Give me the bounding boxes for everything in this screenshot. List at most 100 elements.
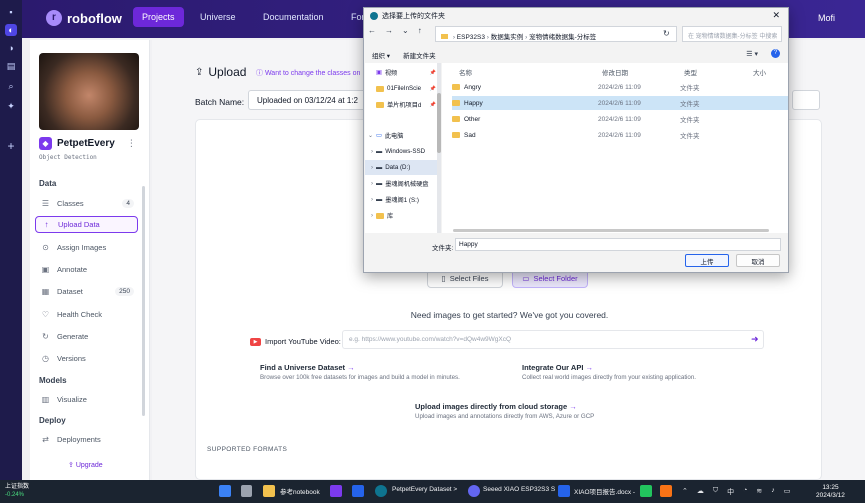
battery-icon[interactable]: ▭	[784, 487, 791, 497]
sidebar-item-visualize[interactable]: ▥ Visualize	[35, 391, 138, 408]
chevron-up-icon[interactable]: ⌃	[682, 487, 688, 497]
sidebar-item-annotate[interactable]: ▣ Annotate	[35, 261, 138, 278]
up-arrow-icon[interactable]: ↑	[418, 26, 422, 35]
folder-name-input[interactable]: Happy	[455, 238, 781, 251]
word-doc-icon[interactable]	[558, 485, 570, 497]
file-explorer-icon[interactable]	[263, 485, 275, 497]
back-arrow-icon[interactable]: ←	[368, 26, 376, 35]
integrate-api-option[interactable]: Integrate Our API → Collect real world i…	[522, 363, 696, 381]
forward-arrow-icon[interactable]: →	[385, 26, 393, 35]
user-menu[interactable]: Mofi	[818, 13, 835, 23]
navigation-scrollbar[interactable]	[437, 63, 441, 233]
roboflow-logo[interactable]: r roboflow	[46, 10, 122, 26]
file-row-angry[interactable]: Angry 2024/2/6 11:09 文件夹	[452, 80, 788, 94]
project-header[interactable]: ◆ PetpetEvery ⋮	[39, 137, 136, 150]
file-row-other[interactable]: Other 2024/2/6 11:09 文件夹	[452, 112, 788, 126]
arrow-right-icon: →	[585, 363, 594, 372]
sidebar-item-health-check[interactable]: ♡ Health Check	[35, 306, 138, 323]
tags-input[interactable]	[792, 90, 820, 110]
upgrade-link[interactable]: ⇪ Upgrade	[68, 461, 103, 469]
youtube-icon: ▶	[250, 337, 261, 346]
folder-icon	[452, 116, 460, 122]
rail-search-icon[interactable]: ⌕	[5, 80, 17, 92]
tree-item-videos[interactable]: ▣ 视频 📌	[365, 65, 437, 80]
column-header-size[interactable]: 大小	[753, 67, 766, 77]
sidebar-item-assign-images[interactable]: ⊙ Assign Images	[35, 239, 138, 256]
tree-item-s-drive[interactable]: › ▬ 墨魂阁1 (S:)	[365, 192, 437, 207]
word-app-icon[interactable]	[352, 485, 364, 497]
path-segment-esp32s3[interactable]: ESP32S3	[457, 34, 485, 41]
task-notebook[interactable]: 参考notebook	[280, 486, 320, 496]
app-2-icon[interactable]	[660, 485, 672, 497]
rail-project-icon[interactable]: ◑	[5, 42, 17, 54]
tree-item-windows-ssd[interactable]: › ▬ Windows-SSD	[365, 144, 437, 159]
file-list: 名称 修改日期 类型 大小 Angry 2024/2/6 11:09 文件夹 H…	[442, 63, 788, 233]
cancel-button[interactable]: 取消	[736, 254, 780, 267]
rail-roboflow-icon[interactable]: ◐	[5, 24, 17, 36]
tree-item-mechanical-disk[interactable]: › ▬ 墨魂阁机械硬盘	[365, 176, 437, 191]
nav-tab-universe[interactable]: Universe	[200, 12, 236, 22]
clock[interactable]: 13:25 2024/3/12	[816, 484, 845, 500]
wifi-icon[interactable]: ≋	[756, 487, 762, 497]
lang-indicator[interactable]: 中	[727, 487, 734, 497]
sidebar-item-generate[interactable]: ↻ Generate	[35, 328, 138, 345]
browser-icon[interactable]	[375, 485, 387, 497]
volume-icon[interactable]: ♪	[771, 487, 775, 497]
weather-icon[interactable]: ☁	[697, 487, 704, 497]
browser-2-icon[interactable]	[468, 485, 480, 497]
sidebar-item-versions[interactable]: ◷ Versions	[35, 350, 138, 367]
close-icon[interactable]: ✕	[772, 10, 780, 21]
organize-button[interactable]: 组织 ▾	[372, 50, 390, 60]
recent-chevron-icon[interactable]: ⌄	[402, 26, 409, 35]
dialog-search-input[interactable]: 在 宠物情绪数据集-分标签 中搜索	[682, 26, 782, 42]
path-segment-pet-emotion[interactable]: 宠物情绪数据集-分标签	[529, 34, 596, 41]
tree-item-mcu-projects[interactable]: 单片机项目d 📌	[365, 97, 437, 112]
column-header-type[interactable]: 类型	[684, 67, 697, 77]
tree-item-this-pc[interactable]: ⌄ ▭ 此电脑	[365, 128, 437, 143]
rail-add-icon[interactable]: +	[5, 140, 17, 152]
tree-item-libraries[interactable]: › 库	[365, 208, 437, 223]
path-segment-dataset-examples[interactable]: 数据集实例	[491, 34, 524, 41]
column-header-name[interactable]: 名称	[459, 67, 472, 77]
sidebar-item-deployments[interactable]: ⇄ Deployments	[35, 431, 138, 448]
file-row-sad[interactable]: Sad 2024/2/6 11:09 文件夹	[452, 128, 788, 142]
rail-menu-icon[interactable]: ▪	[5, 6, 17, 18]
youtube-url-input[interactable]: e.g. https://www.youtube.com/watch?v=dQw…	[342, 330, 764, 349]
column-header-date[interactable]: 修改日期	[602, 67, 628, 77]
upload-button[interactable]: 上传	[685, 254, 729, 267]
help-icon[interactable]: ?	[771, 49, 780, 58]
start-menu-icon[interactable]	[219, 485, 231, 497]
shield-icon[interactable]: ⛉	[713, 487, 718, 497]
refresh-icon[interactable]: ↻	[663, 29, 670, 38]
address-bar[interactable]: › ESP32S3 › 数据集实例 › 宠物情绪数据集-分标签	[435, 26, 677, 42]
sidebar-item-dataset[interactable]: ▦ Dataset 250	[35, 283, 138, 300]
rail-settings-icon[interactable]: ✦	[5, 100, 17, 112]
network-icon[interactable]: ◔	[743, 487, 747, 497]
stock-widget[interactable]: 上证指数 -0.24%	[5, 483, 29, 499]
file-list-horizontal-scrollbar[interactable]	[453, 229, 769, 232]
file-row-happy[interactable]: Happy 2024/2/6 11:09 文件夹	[452, 96, 788, 110]
tree-item-data-d[interactable]: › ▬ Data (D:)	[365, 160, 437, 175]
sidebar-item-classes[interactable]: ☰ Classes 4	[35, 195, 138, 212]
cloud-storage-option[interactable]: Upload images directly from cloud storag…	[415, 402, 594, 420]
onenote-icon[interactable]	[330, 485, 342, 497]
need-images-text: Need images to get started? We've got yo…	[410, 310, 609, 320]
tree-item-01fileinscie[interactable]: 01FileInScie 📌	[365, 81, 437, 96]
nav-tab-documentation[interactable]: Documentation	[263, 12, 324, 22]
nav-tab-projects[interactable]: Projects	[133, 7, 184, 27]
new-folder-button[interactable]: 新建文件夹	[403, 50, 436, 60]
universe-dataset-option[interactable]: Find a Universe Dataset → Browse over 10…	[260, 363, 460, 381]
youtube-submit-arrow-icon[interactable]: ➜	[751, 334, 759, 345]
change-classes-link[interactable]: ⓘ Want to change the classes on	[256, 68, 360, 78]
rail-docs-icon[interactable]: ▤	[5, 60, 17, 72]
project-more-icon[interactable]: ⋮	[127, 138, 136, 149]
sidebar-scrollbar[interactable]	[142, 186, 145, 416]
view-options-icon[interactable]: ☰ ▾	[746, 50, 758, 58]
task-xiao-report[interactable]: XIAO项目报告.docx -	[574, 486, 635, 496]
batch-name-input[interactable]: Uploaded on 03/12/24 at 1:2	[248, 90, 368, 110]
task-seeed-xiao[interactable]: Seeed XIAO ESP32S3 S	[483, 486, 555, 493]
search-icon[interactable]	[241, 485, 252, 497]
sidebar-item-upload-data[interactable]: ↑ Upload Data	[35, 216, 138, 233]
app-icon[interactable]	[640, 485, 652, 497]
task-petpetevery[interactable]: PetpetEvery Dataset >	[392, 486, 457, 493]
